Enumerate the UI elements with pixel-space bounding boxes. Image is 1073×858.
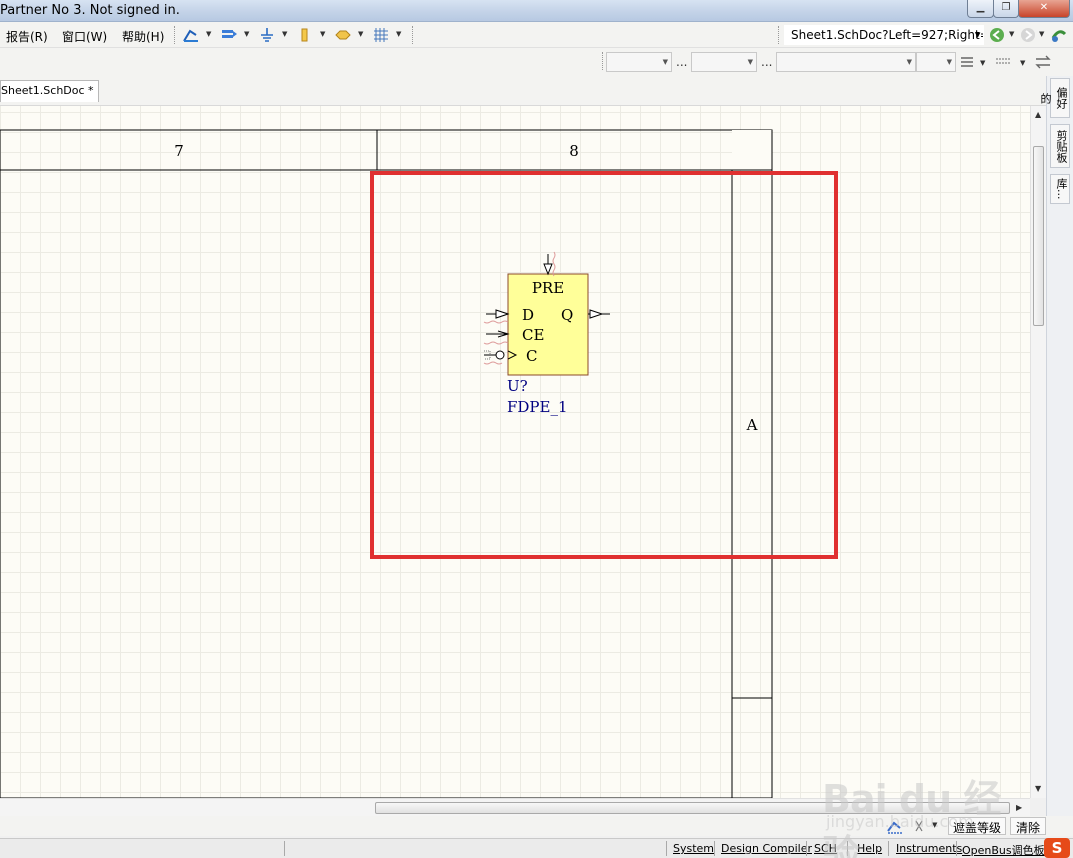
list-view-icon[interactable] [958,53,976,71]
chevron-down-icon[interactable]: ▼ [206,30,211,38]
vertical-scrollbar[interactable]: ▲ ▼ [1030,106,1046,798]
pin-c-bubble [495,350,505,360]
chevron-down-icon: ▼ [946,58,952,66]
part-icon[interactable] [296,26,314,44]
component-fdpe-1[interactable]: PRE D Q CE C U? FDPE_1 [483,251,610,416]
chevron-down-icon[interactable]: ▼ [932,821,937,829]
scroll-up-icon[interactable]: ▲ [1035,110,1041,119]
document-tab-strip: Sheet1.SchDoc * [0,76,1046,106]
side-tab-favorites[interactable]: 偏好的 [1039,78,1070,118]
pin-label-c: C [526,347,537,365]
component-designator[interactable]: U? [507,377,528,395]
window-title: Partner No 3. Not signed in. [0,3,180,18]
clear-button[interactable]: 清除 [1010,817,1047,835]
scroll-right-icon[interactable]: ▶ [1016,803,1022,812]
schematic-drawing: 7 8 A PRE D Q CE C U? FDPE_1 [0,129,838,798]
chevron-down-icon[interactable]: ▼ [1039,30,1044,38]
align-icon[interactable] [994,53,1012,71]
filter-combo-2[interactable]: ▼ [691,52,757,72]
status-sch[interactable]: SCH [814,842,837,855]
back-icon[interactable] [988,26,1006,44]
menu-report[interactable]: 报告(R) [6,28,48,45]
swap-icon[interactable] [1034,53,1052,71]
status-bar: System Design Compiler SCH Help Instrume… [0,838,1073,858]
wire-tool-icon[interactable] [182,26,200,44]
status-design-compiler[interactable]: Design Compiler [721,842,812,855]
side-panel: 偏好的 剪贴板 库... [1039,76,1073,816]
title-bar: Partner No 3. Not signed in. ▁ ❐ ✕ [0,0,1073,22]
mask-level-button[interactable]: 遮盖等级 [948,817,1007,835]
pin-label-ce: CE [522,326,544,344]
pin-label-pre: PRE [532,279,564,297]
zone-column-8-label: 8 [569,142,579,160]
schematic-canvas[interactable]: 7 8 A PRE D Q CE C U? FDPE_1 [0,106,1030,798]
filter-combo-4[interactable]: ▼ [916,52,956,72]
pin-label-d: D [522,306,534,324]
side-tab-libraries[interactable]: 库... [1050,174,1070,204]
mask-row: ▼ 遮盖等级 清除 [0,816,1073,836]
chevron-down-icon[interactable]: ▼ [980,59,985,67]
toolbar-separator [412,26,414,44]
menu-help[interactable]: 帮助(H) [122,28,164,45]
tab-sheet1[interactable]: Sheet1.SchDoc * [0,80,99,102]
highlight-box [370,171,838,559]
error-squiggle [483,341,509,345]
filter-combo-3[interactable]: ▼ [776,52,916,72]
pin-d-arrow [495,309,510,319]
chevron-down-icon: ▼ [662,58,668,66]
bus-tool-icon[interactable] [220,26,238,44]
chevron-down-icon: ▼ [747,58,753,66]
sogou-ime-icon[interactable]: S [1044,838,1070,858]
horizontal-scroll-thumb[interactable] [375,802,1010,814]
chevron-down-icon[interactable]: ▼ [244,30,249,38]
status-instruments[interactable]: Instruments [896,842,962,855]
menu-window[interactable]: 窗口(W) [62,28,107,45]
zone-column-7-label: 7 [174,142,184,160]
more-icon[interactable]: ... [676,55,687,69]
chevron-down-icon[interactable]: ▼ [358,30,363,38]
chevron-down-icon[interactable]: ▼ [320,30,325,38]
status-help[interactable]: Help [857,842,882,855]
chevron-down-icon[interactable]: ▼ [282,30,287,38]
chevron-down-icon[interactable]: ▼ [1020,59,1025,67]
pin-label-q: Q [561,306,573,324]
select-mask-icon[interactable] [912,817,930,835]
document-address-box[interactable]: Sheet1.SchDoc?Left=927;Right= [784,25,984,45]
error-squiggle [483,361,503,365]
refresh-icon[interactable] [1050,26,1068,44]
pin-q-arrow [589,309,604,319]
filter-toolbar: ▼ ... ▼ ... ▼ ▼ ▼ ▼ [0,48,1073,76]
grid-icon[interactable] [372,26,390,44]
toolbar-separator [174,26,176,44]
component-comment[interactable]: FDPE_1 [507,398,568,416]
minimize-button[interactable]: ▁ [967,0,994,18]
chevron-down-icon[interactable]: ▼ [1009,30,1014,38]
filter-combo-1[interactable]: ▼ [606,52,672,72]
forward-icon[interactable] [1019,26,1037,44]
vertical-scroll-thumb[interactable] [1033,146,1044,326]
toolbar-separator [602,52,604,70]
error-squiggle [483,320,509,324]
chevron-down-icon[interactable]: ▼ [396,30,401,38]
status-system[interactable]: System [673,842,714,855]
more-icon[interactable]: ... [761,55,772,69]
filter-icon[interactable] [886,817,904,835]
horizontal-scrollbar[interactable]: ▶ [0,798,1030,816]
error-squiggle [552,251,556,277]
scroll-down-icon[interactable]: ▼ [1035,784,1041,793]
chevron-down-icon[interactable]: ▼ [975,31,980,39]
toolbar-separator [778,26,780,44]
side-tab-clipboard[interactable]: 剪贴板 [1050,124,1070,168]
chevron-down-icon: ▼ [906,58,912,66]
maximize-button[interactable]: ❐ [993,0,1019,18]
zone-row-a-label: A [746,416,758,434]
ground-icon[interactable] [258,26,276,44]
status-openbus-palette[interactable]: OpenBus调色板 [962,842,1045,858]
close-button[interactable]: ✕ [1018,0,1070,18]
pin-pre-arrow [543,263,553,276]
menu-toolbar-row: 报告(R) 窗口(W) 帮助(H) ▼ ▼ ▼ ▼ ▼ ▼ Sheet1.Sch… [0,22,1073,48]
sheet-border [0,129,773,798]
port-icon[interactable] [334,26,352,44]
